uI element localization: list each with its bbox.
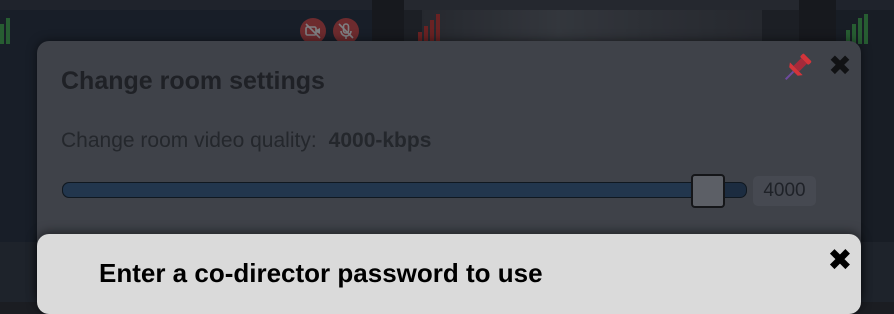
dialog-title: Change room settings: [61, 67, 325, 95]
video-quality-label: Change room video quality:: [61, 129, 317, 152]
slider-value-readout: 4000: [753, 176, 816, 206]
pin-icon[interactable]: [778, 49, 816, 87]
slider-thumb[interactable]: [691, 174, 725, 208]
video-quality-slider[interactable]: [62, 174, 747, 208]
close-icon[interactable]: ✖: [825, 246, 855, 276]
slider-fill: [63, 183, 711, 197]
co-director-password-prompt: Enter a co-director password to use ✖: [37, 234, 861, 314]
close-icon[interactable]: ✖: [827, 52, 853, 80]
video-quality-row: Change room video quality: 4000-kbps: [61, 129, 431, 153]
video-quality-value: 4000-kbps: [328, 129, 432, 152]
prompt-title: Enter a co-director password to use: [99, 258, 543, 288]
